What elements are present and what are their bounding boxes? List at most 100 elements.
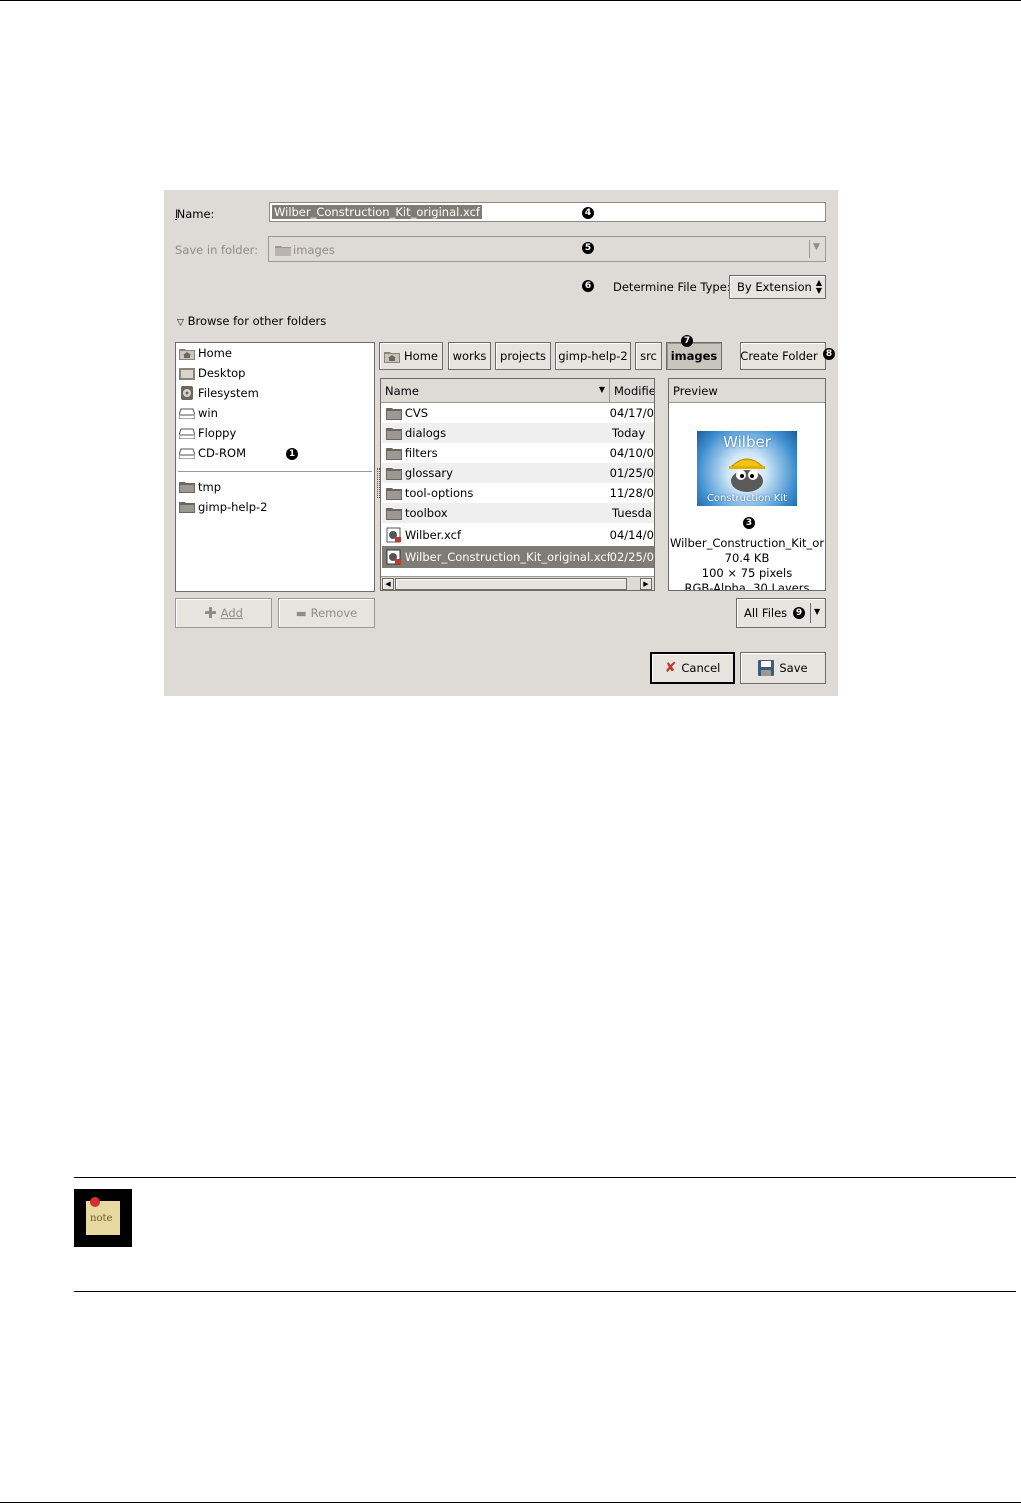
desktop-icon	[179, 367, 195, 380]
remove-bookmark-label: Remove	[310, 606, 358, 620]
scroll-right-button[interactable]: ▶	[640, 578, 652, 590]
xcf-file-icon	[386, 549, 401, 565]
file-row[interactable]: dialogs Today	[382, 423, 654, 443]
arrow-right-icon: ▶	[643, 580, 649, 588]
path-button-home-label: Home	[404, 349, 438, 363]
file-name: CVS	[404, 406, 429, 420]
remove-bookmark-button[interactable]: ▬ Remove	[278, 598, 375, 628]
file-modified: Tuesda	[612, 506, 652, 520]
file-row[interactable]: glossary 01/25/0	[382, 463, 654, 483]
folder-icon	[386, 447, 402, 460]
file-list-hscrollbar[interactable]: ◀ ▶	[381, 576, 654, 590]
folder-icon	[386, 487, 402, 500]
file-type-select[interactable]: By Extension ▲ ▼	[729, 275, 826, 299]
bookmark-gimp-help-2[interactable]: gimp-help-2	[179, 497, 267, 517]
scroll-left-button[interactable]: ◀	[382, 578, 394, 590]
save-in-folder-combo[interactable]: images ▼	[268, 236, 826, 262]
save-button[interactable]: Save	[740, 652, 826, 684]
place-win[interactable]: win	[179, 403, 218, 423]
folder-icon	[386, 407, 402, 420]
page-bottom-rule	[0, 1502, 1021, 1503]
file-row-selected[interactable]: Wilber_Construction_Kit_original.xcf 02/…	[382, 546, 654, 568]
save-label: Save	[779, 661, 808, 675]
path-button-works[interactable]: works	[448, 342, 491, 370]
callout-7: 7	[681, 335, 693, 347]
chevron-down-icon: ▼	[813, 242, 820, 252]
callout-6: 6	[582, 280, 594, 292]
floppy-drive-icon	[179, 428, 195, 439]
place-win-label: win	[198, 406, 218, 420]
path-button-src-label: src	[640, 349, 657, 363]
place-floppy[interactable]: Floppy	[179, 423, 236, 443]
scroll-thumb[interactable]	[395, 578, 627, 590]
callout-9: 9	[793, 607, 805, 619]
file-name: dialogs	[405, 426, 447, 440]
bookmark-tmp[interactable]: tmp	[179, 477, 221, 497]
file-modified: 01/25/0	[609, 466, 654, 480]
file-row[interactable]: toolbox Tuesda	[382, 503, 654, 523]
note-top-rule	[74, 1177, 1016, 1178]
place-home[interactable]: Home	[179, 343, 232, 363]
note-icon-label: note	[90, 1213, 113, 1224]
place-home-label: Home	[198, 346, 232, 360]
preview-dimensions: 100 × 75 pixels	[701, 566, 793, 580]
column-header-name-label: Name	[385, 383, 419, 398]
create-folder-label: Create Folder	[740, 349, 818, 363]
add-bookmark-button[interactable]: ✚ Add	[175, 598, 272, 628]
file-filter-value: All Files	[744, 606, 788, 620]
home-folder-icon	[384, 351, 401, 363]
file-name: Wilber.xcf	[404, 527, 462, 542]
file-list: Name ▼ Modifie CVS 04/17/0 dialogs Today…	[380, 378, 655, 591]
place-filesystem[interactable]: Filesystem	[179, 383, 259, 403]
places-separator	[178, 471, 372, 472]
cancel-label: Cancel	[681, 661, 721, 675]
create-folder-button[interactable]: Create Folder	[740, 342, 826, 370]
note-icon: note	[74, 1189, 132, 1247]
browse-folders-label: Browse for other folders	[187, 314, 327, 328]
cancel-button[interactable]: ✘ Cancel	[650, 652, 735, 684]
pin-icon	[90, 1197, 100, 1207]
preview-thumbnail: Wilber Construction Kit	[697, 431, 797, 506]
filename-input[interactable]: Wilber_Construction_Kit_original.xcf	[269, 202, 826, 222]
path-button-home[interactable]: Home	[379, 342, 443, 370]
updown-icon: ▲ ▼	[815, 278, 822, 295]
preview-image-title: Wilber	[723, 433, 771, 451]
file-row[interactable]: CVS 04/17/0	[382, 403, 654, 423]
home-folder-icon	[179, 348, 195, 360]
bookmark-gimp-help-2-label: gimp-help-2	[198, 500, 268, 514]
preview-panel: Preview Wilber Construction Kit 3 Wilber…	[668, 378, 826, 591]
file-row[interactable]: filters 04/10/0	[382, 443, 654, 463]
file-name: toolbox	[405, 506, 448, 520]
callout-3: 3	[743, 517, 755, 529]
place-desktop[interactable]: Desktop	[179, 363, 245, 383]
select-separator	[810, 603, 811, 623]
preview-size: 70.4 KB	[724, 551, 770, 565]
place-cdrom[interactable]: CD-ROM	[179, 443, 246, 463]
path-button-src[interactable]: src	[635, 342, 662, 370]
file-row[interactable]: Wilber.xcf 04/14/0	[382, 524, 654, 545]
path-button-gimp-help-2[interactable]: gimp-help-2	[555, 342, 631, 370]
path-button-projects-label: projects	[500, 349, 546, 363]
column-header-name[interactable]: Name ▼	[381, 379, 610, 403]
filename-input-value: Wilber_Construction_Kit_original.xcf	[272, 205, 482, 219]
place-cdrom-label: CD-ROM	[198, 446, 246, 460]
save-image-dialog: NName: Wilber_Construction_Kit_original.…	[164, 190, 838, 696]
path-button-gimp-help-2-label: gimp-help-2	[558, 349, 628, 363]
folder-icon	[386, 507, 402, 520]
preview-filename: Wilber_Construction_Kit_or	[669, 536, 825, 550]
floppy-disk-icon	[758, 660, 775, 676]
callout-8: 8	[823, 348, 835, 360]
filesystem-icon	[181, 386, 193, 400]
file-filter-select[interactable]: All Files 9 ▼	[736, 598, 826, 628]
path-button-images-label: images	[670, 349, 718, 363]
path-button-images[interactable]: images	[666, 342, 722, 370]
file-modified: 04/10/0	[609, 446, 654, 460]
browse-folders-expander[interactable]: ▽ Browse for other folders	[177, 314, 326, 330]
column-header-modified[interactable]: Modifie	[610, 379, 654, 403]
path-button-works-label: works	[452, 349, 487, 363]
place-desktop-label: Desktop	[198, 366, 246, 380]
preview-image-subtitle: Construction Kit	[706, 493, 788, 504]
sort-arrow-icon: ▼	[598, 385, 605, 394]
path-button-projects[interactable]: projects	[495, 342, 551, 370]
file-row[interactable]: tool-options 11/28/0	[382, 483, 654, 503]
